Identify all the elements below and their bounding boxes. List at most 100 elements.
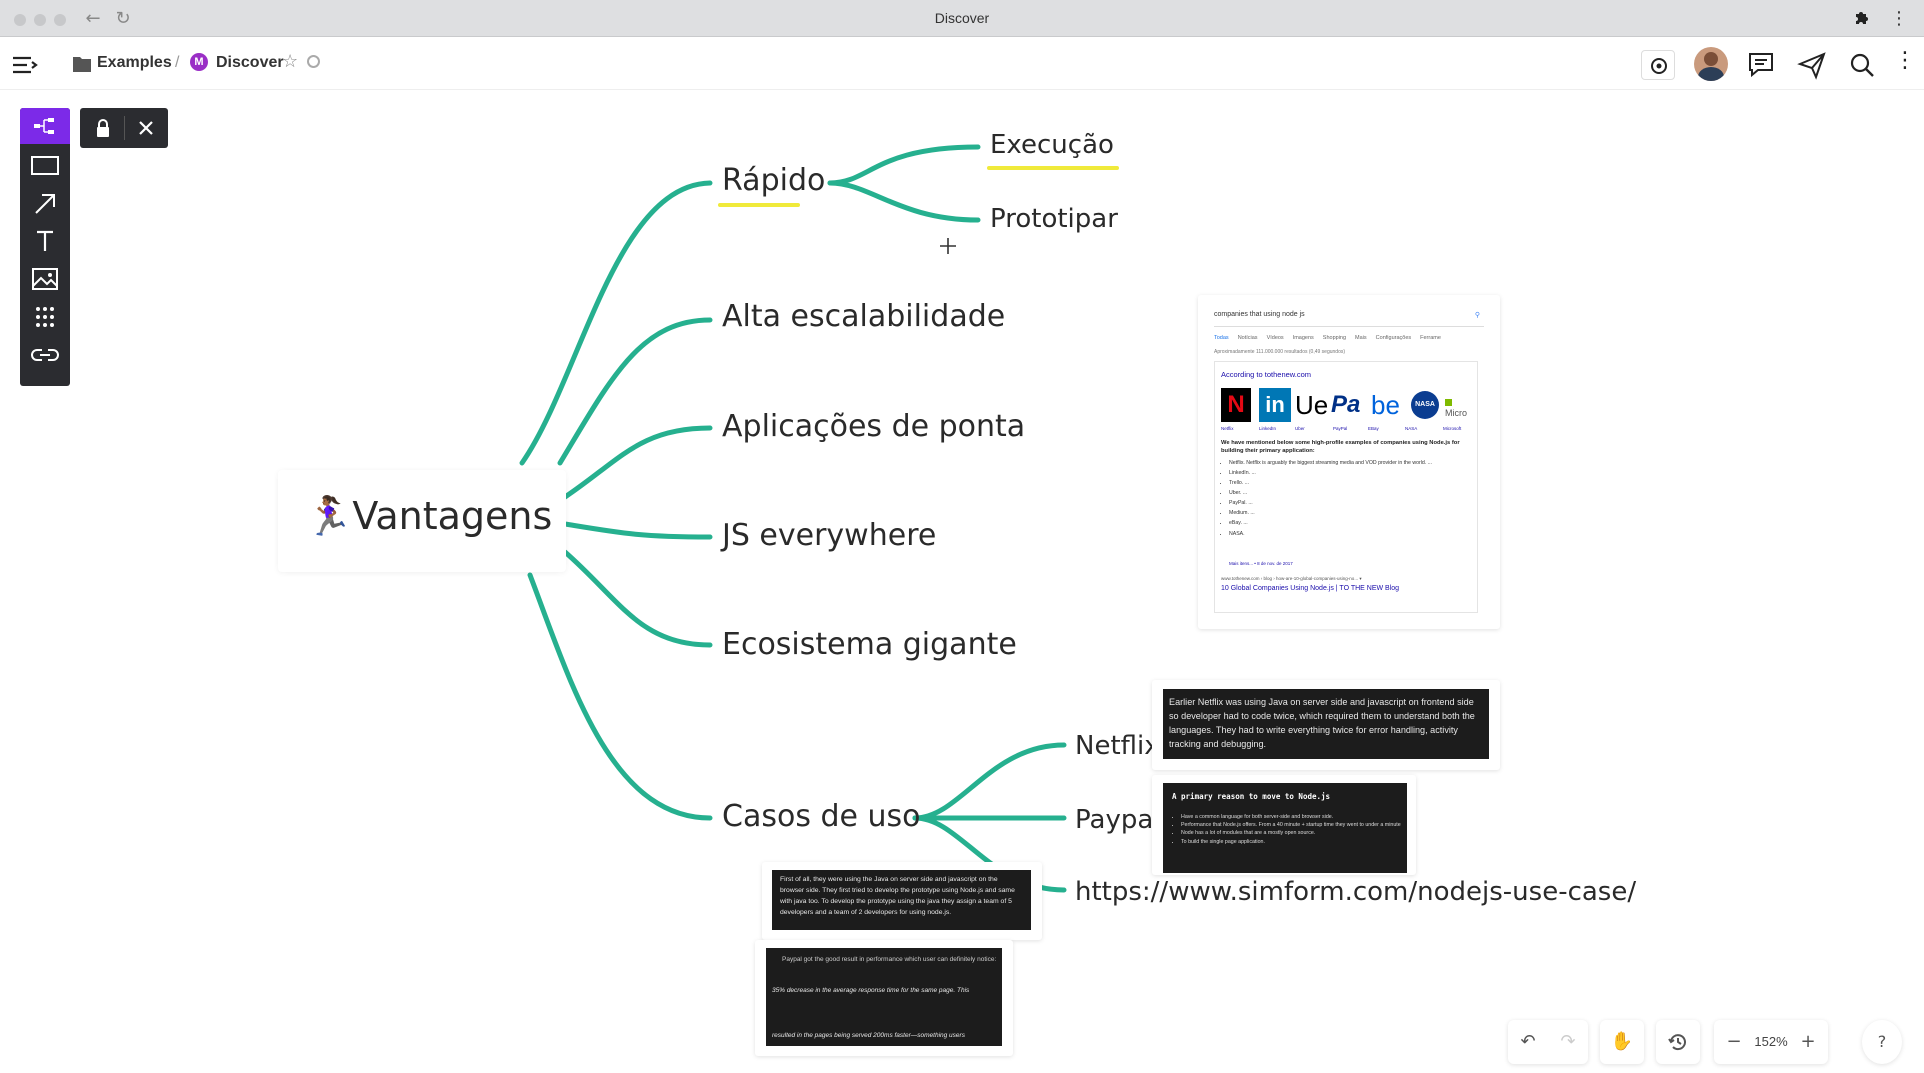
window-title: Discover [934, 10, 990, 26]
netflix-info-text: Earlier Netflix was using Java on server… [1163, 689, 1489, 759]
snippet-bullet: Trello. ... [1229, 478, 1469, 488]
netflix-logo: N [1221, 388, 1251, 422]
zoom-level[interactable]: 152% [1750, 1034, 1792, 1049]
microsoft-logo: Micro [1445, 398, 1473, 418]
logo-captions: Netflix LinkedIn Uber PayPal EBay NASA M… [1221, 426, 1481, 431]
node-alta-escalabilidade[interactable]: Alta escalabilidade [722, 299, 1005, 334]
paypal-performance-card[interactable]: Paypal got the good result in performanc… [755, 940, 1013, 1056]
node-netflix[interactable]: Netflix [1075, 731, 1160, 761]
help-button[interactable]: ? [1862, 1020, 1902, 1064]
mindmap-tool-button[interactable] [20, 108, 70, 144]
logo-caption: EBay [1368, 426, 1379, 431]
node-casos-de-uso[interactable]: Casos de uso [722, 799, 921, 834]
node-prototipar[interactable]: Prototipar [990, 204, 1118, 234]
arrow-tool-icon[interactable] [28, 188, 62, 218]
result-link[interactable]: 10 Global Companies Using Node.js | TO T… [1221, 585, 1399, 592]
search-query-text: companies that using node js [1214, 311, 1305, 318]
avatar[interactable] [1694, 47, 1728, 81]
search-tab: Notícias [1237, 335, 1258, 341]
image-tool-icon[interactable] [28, 264, 62, 294]
snippet-bullet: Uber. ... [1229, 488, 1469, 498]
linkedin-logo: in [1259, 388, 1291, 422]
menu-icon[interactable] [10, 50, 40, 80]
node-simform-link[interactable]: https://www.simform.com/nodejs-use-case/ [1075, 877, 1636, 907]
search-icon[interactable] [1847, 50, 1877, 80]
behance-logo: be [1371, 390, 1400, 420]
history-clock-icon[interactable] [1667, 1031, 1689, 1053]
reason-list: Have a common language for both server-s… [1181, 813, 1403, 846]
paypal-line-3: resulted in the pages being served 200ms… [772, 1032, 965, 1039]
close-icon[interactable] [138, 120, 154, 136]
node-execucao[interactable]: Execução [990, 130, 1114, 160]
search-tab: Shopping [1322, 335, 1347, 341]
according-to: According to tothenew.com [1221, 370, 1312, 379]
focus-mode-button[interactable] [1641, 50, 1675, 80]
snippet-bullet: PayPal. ... [1229, 498, 1469, 508]
help-icon: ? [1877, 1032, 1887, 1051]
logo-caption: PayPal [1333, 426, 1348, 431]
netflix-info-card[interactable]: Earlier Netflix was using Java on server… [1152, 680, 1500, 770]
reason-title: A primary reason to move to Node.js [1172, 792, 1331, 801]
paypal-logo: Pa [1331, 391, 1361, 418]
app-header: Examples / M Discover ☆ ⋮ [0, 38, 1924, 90]
lock-icon[interactable] [94, 118, 112, 138]
link-tool-icon[interactable] [28, 340, 62, 370]
undo-icon[interactable]: ↶ [1508, 1020, 1548, 1064]
breadcrumb-board[interactable]: Discover [216, 54, 284, 72]
reason-item: Performance that Node.js offers. From a … [1181, 821, 1403, 829]
zoom-out-icon[interactable]: − [1714, 1020, 1754, 1064]
redo-icon[interactable]: ↷ [1548, 1020, 1588, 1064]
search-tabs: Todas Notícias Vídeos Imagens Shopping M… [1214, 335, 1494, 341]
search-tab: Imagens [1292, 335, 1314, 341]
search-query-field: companies that using node js ⚲ [1214, 311, 1484, 327]
apps-grid-icon[interactable] [28, 302, 62, 332]
share-send-icon[interactable] [1797, 50, 1827, 80]
target-icon [1651, 58, 1667, 74]
selection-toolbar [80, 108, 168, 148]
featured-snippet: According to tothenew.com N in Ue Pa be … [1214, 361, 1478, 613]
root-node-label[interactable]: 🏃🏾‍♀️Vantagens [305, 494, 552, 539]
result-url: www.tothenew.com › blog › how-are-10-glo… [1221, 576, 1362, 581]
paypal-prototype-card[interactable]: First of all, they were using the Java o… [762, 862, 1042, 940]
logo-caption: Netflix [1221, 426, 1234, 431]
logo-caption: Microsoft [1443, 426, 1462, 431]
node-paypal[interactable]: Paypal [1075, 805, 1161, 835]
hand-tool-group: ✋ [1600, 1020, 1644, 1064]
extensions-puzzle-icon[interactable] [1850, 8, 1872, 30]
rectangle-tool-icon[interactable] [28, 150, 62, 180]
reason-item: Node has a lot of modules that are a mos… [1181, 829, 1403, 837]
search-tab: Todas [1214, 335, 1229, 341]
more-items[interactable]: Mais itens... • 8 de nov. de 2017 [1229, 561, 1293, 566]
nodejs-reason-card[interactable]: A primary reason to move to Node.js Have… [1152, 775, 1416, 875]
history-group [1656, 1020, 1700, 1064]
node-rapido[interactable]: Rápido [722, 163, 825, 198]
zoom-in-icon[interactable]: + [1788, 1020, 1828, 1064]
nasa-logo: NASA [1411, 391, 1439, 419]
breadcrumb-folder[interactable]: Examples [97, 54, 172, 72]
text-tool-icon[interactable] [28, 226, 62, 256]
paypal-line-1: Paypal got the good result in performanc… [782, 956, 997, 963]
more-vertical-icon[interactable]: ⋮ [1888, 8, 1910, 30]
highlight-execucao [987, 166, 1119, 170]
breadcrumb-separator: / [175, 54, 180, 71]
search-tab: Configurações [1375, 335, 1412, 341]
verified-icon [307, 55, 320, 68]
search-screenshot-card[interactable]: companies that using node js ⚲ Todas Not… [1198, 295, 1500, 629]
nodejs-reason-panel: A primary reason to move to Node.js Have… [1163, 783, 1407, 873]
logo-caption: LinkedIn [1259, 426, 1277, 431]
folder-icon [73, 57, 91, 72]
star-icon[interactable]: ☆ [282, 51, 298, 72]
snippet-lead: We have mentioned below some high-profil… [1221, 440, 1460, 454]
search-tab: Ferrame [1420, 335, 1441, 341]
node-aplicacoes-de-ponta[interactable]: Aplicações de ponta [722, 409, 1025, 444]
node-js-everywhere[interactable]: JS everywhere [722, 518, 936, 553]
snippet-bullets: Netflix. Netflix is arguably the biggest… [1229, 460, 1469, 539]
comments-icon[interactable] [1746, 50, 1776, 80]
mindmap-icon [34, 118, 54, 134]
board-badge: M [190, 53, 208, 71]
more-options-icon[interactable]: ⋮ [1894, 48, 1916, 73]
hand-pan-icon[interactable]: ✋ [1602, 1020, 1642, 1064]
node-ecosistema-gigante[interactable]: Ecosistema gigante [722, 627, 1017, 662]
paypal-line-2: 35% decrease in the average response tim… [772, 987, 970, 994]
reason-item: Have a common language for both server-s… [1181, 813, 1403, 821]
